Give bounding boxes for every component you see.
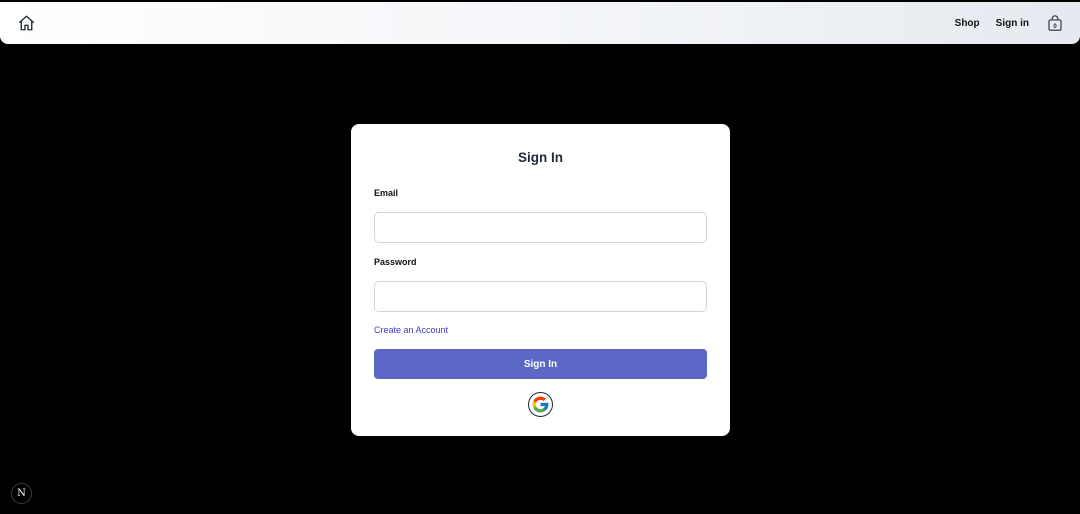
create-account-link[interactable]: Create an Account — [374, 325, 448, 335]
password-label: Password — [374, 257, 417, 267]
cart-button[interactable]: 0 — [1048, 15, 1062, 31]
nav-link-shop[interactable]: Shop — [955, 18, 980, 29]
cart-count: 0 — [1053, 24, 1057, 30]
sign-in-button[interactable]: Sign In — [374, 349, 707, 379]
nav-actions: Shop Sign in 0 — [955, 15, 1062, 31]
page-title: Sign In — [518, 150, 563, 165]
google-icon — [532, 396, 549, 413]
nextjs-letter: N — [17, 488, 26, 499]
password-field[interactable] — [374, 281, 707, 312]
home-button[interactable] — [17, 14, 36, 32]
nextjs-icon[interactable]: N — [11, 483, 32, 504]
home-icon — [19, 15, 34, 31]
email-field[interactable] — [374, 212, 707, 243]
shopping-bag-icon: 0 — [1048, 15, 1062, 31]
email-label: Email — [374, 188, 399, 198]
top-navbar: Shop Sign in 0 — [0, 2, 1080, 44]
sign-in-card: Sign In Email Password Create an Account… — [351, 124, 730, 436]
google-sign-in-button[interactable] — [528, 392, 553, 417]
nav-link-sign-in[interactable]: Sign in — [996, 18, 1029, 29]
